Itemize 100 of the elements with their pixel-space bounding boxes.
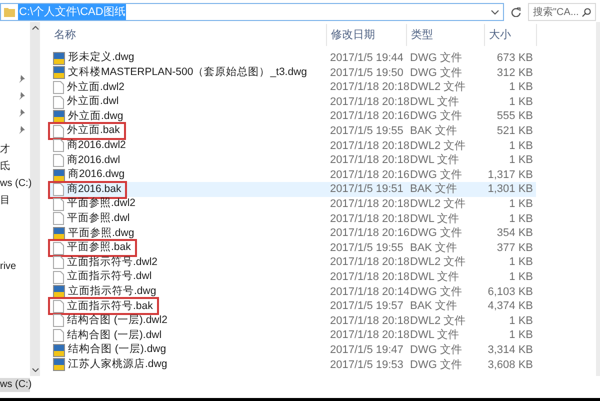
file-row[interactable]: 立面指示符号.dwl 2017/1/18 20:18DWL 文件 1 KB: [50, 270, 536, 284]
size-cell-text: 1 KB: [508, 314, 534, 329]
file-row[interactable]: 平面参照.dwl2 2017/1/18 20:18DWL2 文件 1 KB: [50, 196, 536, 212]
pin-icon[interactable]: [18, 126, 25, 134]
drawing-file-icon: [53, 344, 65, 357]
file-name: 外立面.dwg: [50, 110, 128, 124]
file-row[interactable]: 商2016.dwl 2017/1/18 20:18DWL 文件 1 KB: [50, 153, 536, 168]
file-icon: [53, 256, 64, 270]
file-icon: [53, 154, 64, 167]
scroll-down-icon[interactable]: [32, 368, 38, 372]
file-name: 平面参照.dwl2: [50, 197, 140, 212]
type-cell-text: DWG 文件: [409, 66, 463, 80]
search-field[interactable]: 搜索"CA...: [528, 3, 596, 21]
drawing-file-icon: [53, 110, 65, 124]
size-cell-text: 1 KB: [508, 212, 534, 227]
column-header[interactable]: 类型: [406, 24, 484, 46]
chevron-down-icon[interactable]: [491, 10, 499, 14]
file-name: 商2016.bak: [50, 182, 126, 197]
pin-icon[interactable]: [18, 109, 25, 117]
nav-item[interactable]: 目: [0, 194, 30, 208]
size-cell-text: 555 KB: [496, 109, 534, 124]
size-cell-text: 3,608 KB: [486, 358, 534, 373]
column-header[interactable]: 修改日期: [326, 24, 406, 46]
size-cell-text: 1 KB: [508, 196, 534, 212]
size-cell-text: 3,314 KB: [486, 342, 534, 358]
file-row[interactable]: 立面指示符号.dwg 2017/1/18 20:14DWG 文件 6,103 KB: [50, 284, 536, 300]
file-row[interactable]: 平面参照.dwg 2017/1/18 20:16DWG 文件 354 KB: [50, 226, 536, 241]
drawing-file-icon: [53, 226, 65, 240]
date-cell-text: 2017/1/5 19:50: [329, 66, 404, 81]
size-cell-text: 1 KB: [508, 270, 534, 285]
refresh-icon[interactable]: [511, 7, 521, 17]
file-row[interactable]: 形未定义.dwg 2017/1/5 19:44 DWG 文件 673 KB: [50, 51, 536, 66]
size-cell-text: 1,317 KB: [486, 168, 534, 183]
size-cell-text: 1,301 KB: [486, 182, 534, 198]
size-cell-text: 312 KB: [496, 66, 534, 81]
nav-item[interactable]: rive: [0, 260, 30, 274]
pin-icon[interactable]: [18, 75, 25, 83]
file-row[interactable]: 外立面.dwl 2017/1/18 20:18DWL 文件 1 KB: [50, 94, 536, 110]
file-row[interactable]: 立面指示符号.dwl2 2017/1/18 20:18DWL2 文件 1 KB: [50, 255, 536, 270]
file-icon: [53, 96, 64, 109]
type-cell-text: BAK 文件: [409, 240, 458, 256]
nav-item[interactable]: ws (C:): [0, 378, 30, 392]
type-cell-text: BAK 文件: [409, 182, 458, 198]
file-icon: [53, 198, 64, 211]
file-name: 商2016.dwg: [50, 168, 129, 182]
file-row[interactable]: 平面参照.bak 2017/1/5 19:55 BAK 文件 377 KB: [50, 240, 536, 256]
file-row[interactable]: 结构合图 (一层).dwg 2017/1/5 19:47 DWG 文件 3,314 KB: [50, 342, 536, 358]
file-name: 结构合图 (一层).dwl: [50, 328, 166, 343]
file-row[interactable]: 结构合图 (一层).dwl2 2017/1/18 20:18DWL2 文件 1 KB: [50, 314, 536, 328]
size-cell-text: 521 KB: [496, 124, 534, 140]
file-row[interactable]: 结构合图 (一层).dwl 2017/1/18 20:18DWL 文件 1 KB: [50, 328, 536, 343]
nav-item[interactable]: 才: [0, 143, 30, 157]
column-header[interactable]: 名称: [50, 24, 326, 46]
size-cell-text: 673 KB: [496, 51, 534, 66]
file-row[interactable]: 立面指示符号.bak 2017/1/5 19:57 BAK 文件 4,374 KB: [50, 299, 536, 314]
file-name: 立面指示符号.dwl: [50, 270, 156, 284]
file-name: 立面指示符号.dwl2: [50, 256, 162, 270]
file-icon: [53, 270, 64, 284]
file-name: 商2016.dwl: [50, 153, 124, 168]
file-name: 形未定义.dwg: [50, 51, 138, 66]
file-icon: [53, 212, 64, 226]
search-icon[interactable]: [582, 8, 591, 16]
file-name: 江苏人家桃源店.dwg: [50, 358, 172, 372]
file-name: 立面指示符号.bak: [50, 299, 157, 314]
scrollbar[interactable]: [30, 22, 40, 376]
date-cell-text: 2017/1/5 19:55: [329, 240, 404, 256]
pin-icon[interactable]: [18, 92, 25, 100]
file-icon: [53, 183, 64, 196]
file-icon: [53, 314, 64, 328]
drawing-file-icon: [53, 168, 65, 182]
date-cell-text: 2017/1/5 19:57: [329, 299, 404, 314]
file-row[interactable]: 商2016.dwl2 2017/1/18 20:18DWL2 文件 1 KB: [50, 138, 536, 154]
scroll-up-icon[interactable]: [32, 26, 38, 30]
size-cell-text: 1 KB: [508, 255, 534, 270]
date-cell-text: 2017/1/5 19:44: [329, 51, 404, 66]
size-cell-text: 1 KB: [508, 94, 534, 110]
file-name: 文科楼MASTERPLAN-500（套原始总图）_t3.dwg: [50, 66, 311, 80]
type-cell-text: BAK 文件: [409, 298, 458, 314]
file-name: 结构合图 (一层).dwl2: [50, 314, 172, 328]
date-cell-text: 2017/1/5 19:51: [329, 182, 404, 198]
file-name: 商2016.dwl2: [50, 138, 130, 153]
nav-item[interactable]: ws (C:): [0, 177, 30, 191]
size-cell-text: 377 KB: [496, 240, 534, 256]
file-row[interactable]: 平面参照.dwl 2017/1/18 20:18DWL 文件 1 KB: [50, 212, 536, 226]
file-name: 平面参照.bak: [50, 241, 135, 256]
file-row[interactable]: 江苏人家桃源店.dwg 2017/1/5 19:53 DWG 文件 3,608 KB: [50, 357, 536, 372]
file-name: 外立面.bak: [50, 124, 124, 138]
date-cell-text: 2017/1/5 19:55: [329, 124, 404, 140]
drawing-file-icon: [53, 66, 65, 80]
file-row[interactable]: 外立面.dwg 2017/1/18 20:16DWG 文件 555 KB: [50, 109, 536, 124]
nav-item[interactable]: 氐: [0, 160, 30, 174]
file-row[interactable]: 文科楼MASTERPLAN-500（套原始总图）_t3.dwg 2017/1/5 19:50 DWG 文件 312 KB: [50, 66, 536, 80]
file-row[interactable]: 外立面.dwl2 2017/1/18 20:18DWL2 文件 1 KB: [50, 80, 536, 95]
file-icon: [53, 329, 64, 342]
date-cell-text: 2017/1/5 19:53: [329, 358, 404, 373]
file-row[interactable]: 外立面.bak 2017/1/5 19:55 BAK 文件 521 KB: [50, 124, 536, 139]
column-header[interactable]: 大小: [484, 24, 536, 46]
file-row[interactable]: 商2016.bak 2017/1/5 19:51 BAK 文件 1,301 KB: [50, 182, 536, 197]
file-icon: [53, 242, 64, 255]
file-row[interactable]: 商2016.dwg 2017/1/18 20:16DWG 文件 1,317 KB: [50, 168, 536, 182]
